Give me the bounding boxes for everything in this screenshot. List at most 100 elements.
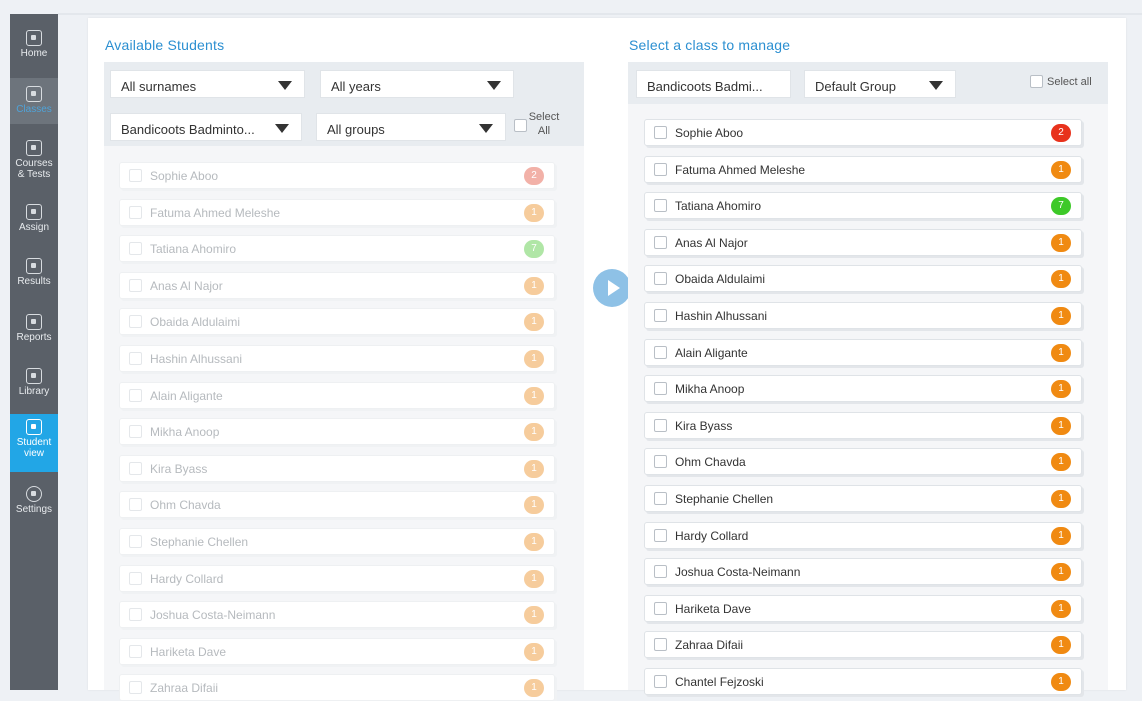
student-checkbox[interactable]: [129, 644, 142, 658]
sidebar-item-library[interactable]: Library: [10, 368, 58, 397]
group-filter-select[interactable]: All groups: [316, 113, 506, 141]
student-row[interactable]: Mikha Anoop 1: [119, 418, 555, 446]
student-name: Mikha Anoop: [675, 382, 745, 397]
transfer-button[interactable]: [593, 269, 631, 307]
student-checkbox[interactable]: [129, 425, 142, 439]
student-checkbox[interactable]: [129, 352, 142, 365]
student-checkbox[interactable]: [129, 242, 142, 256]
student-count-badge: 1: [1051, 673, 1071, 691]
student-row[interactable]: Hardy Collard 1: [119, 564, 555, 592]
courses-icon: [26, 140, 42, 156]
student-name: Hardy Collard: [150, 571, 224, 586]
student-row[interactable]: Sophie Aboo 2: [119, 162, 555, 189]
student-checkbox[interactable]: [129, 169, 142, 182]
student-row[interactable]: Obaida Aldulaimi 1: [119, 308, 555, 336]
student-row[interactable]: Tatiana Ahomiro 7: [644, 192, 1082, 220]
student-row[interactable]: Hashin Alhussani 1: [119, 345, 555, 372]
student-checkbox[interactable]: [654, 309, 667, 322]
student-checkbox[interactable]: [654, 272, 667, 286]
student-row[interactable]: Obaida Aldulaimi 1: [644, 265, 1082, 293]
student-checkbox[interactable]: [654, 199, 667, 213]
student-checkbox[interactable]: [654, 235, 667, 249]
class-filter-value: Bandicoots Badminto...: [121, 122, 255, 137]
student-checkbox[interactable]: [129, 571, 142, 585]
right-select-all-checkbox[interactable]: [1030, 75, 1043, 88]
student-row[interactable]: Alain Aligante 1: [119, 381, 555, 409]
student-checkbox[interactable]: [129, 461, 142, 475]
student-checkbox[interactable]: [654, 638, 667, 652]
student-count-badge: 1: [1051, 343, 1071, 362]
student-checkbox[interactable]: [654, 492, 667, 505]
student-checkbox[interactable]: [129, 535, 142, 548]
student-checkbox[interactable]: [654, 601, 667, 615]
student-name: Ohm Chavda: [675, 455, 746, 470]
student-checkbox[interactable]: [654, 455, 667, 469]
chevron-down-icon: [487, 81, 501, 90]
student-checkbox[interactable]: [129, 388, 142, 402]
student-checkbox[interactable]: [654, 565, 667, 579]
sidebar-item-results[interactable]: Results: [10, 258, 58, 287]
student-name: Kira Byass: [675, 418, 733, 433]
student-name: Sophie Aboo: [675, 126, 744, 140]
student-row[interactable]: Joshua Costa-Neimann 1: [119, 601, 555, 629]
student-count-badge: 1: [1051, 526, 1071, 545]
student-name: Fatuma Ahmed Meleshe: [675, 162, 806, 177]
student-row[interactable]: Hariketa Dave 1: [119, 637, 555, 665]
sidebar-item-home[interactable]: Home: [10, 30, 58, 59]
student-checkbox[interactable]: [654, 162, 667, 176]
student-row[interactable]: Hashin Alhussani 1: [644, 302, 1082, 329]
student-row[interactable]: Fatuma Ahmed Meleshe 1: [119, 198, 555, 226]
year-filter-select[interactable]: All years: [320, 70, 514, 98]
student-row[interactable]: Stephanie Chellen 1: [644, 485, 1082, 512]
student-row[interactable]: Ohm Chavda 1: [119, 491, 555, 519]
student-row[interactable]: Hariketa Dave 1: [644, 594, 1082, 622]
student-checkbox[interactable]: [654, 528, 667, 542]
surname-filter-value: All surnames: [121, 79, 197, 94]
student-name: Hardy Collard: [675, 528, 749, 543]
student-checkbox[interactable]: [129, 498, 142, 512]
manage-group-select[interactable]: Default Group: [804, 70, 956, 98]
surname-filter-select[interactable]: All surnames: [110, 70, 305, 98]
student-count-badge: 1: [524, 276, 544, 295]
student-row[interactable]: Joshua Costa-Neimann 1: [644, 558, 1082, 586]
class-filter-select[interactable]: Bandicoots Badminto...: [110, 113, 302, 141]
student-row[interactable]: Mikha Anoop 1: [644, 375, 1082, 403]
student-row[interactable]: Hardy Collard 1: [644, 521, 1082, 549]
student-checkbox[interactable]: [129, 278, 142, 292]
student-row[interactable]: Anas Al Najor 1: [644, 228, 1082, 256]
student-row[interactable]: Ohm Chavda 1: [644, 448, 1082, 476]
student-checkbox[interactable]: [129, 608, 142, 622]
student-row[interactable]: Sophie Aboo 2: [644, 119, 1082, 146]
sidebar-item-student-view[interactable]: Student view: [10, 414, 58, 472]
student-row[interactable]: Kira Byass 1: [119, 454, 555, 482]
student-row[interactable]: Chantel Fejzoski 1: [644, 668, 1082, 695]
student-checkbox[interactable]: [129, 315, 142, 329]
student-row[interactable]: Alain Aligante 1: [644, 338, 1082, 366]
sidebar-item-classes[interactable]: Classes: [10, 78, 58, 124]
student-row[interactable]: Tatiana Ahomiro 7: [119, 235, 555, 263]
student-name: Stephanie Chellen: [675, 492, 774, 506]
student-checkbox[interactable]: [129, 205, 142, 219]
student-row[interactable]: Anas Al Najor 1: [119, 271, 555, 299]
student-name: Obaida Aldulaimi: [150, 315, 241, 330]
sidebar-item-courses[interactable]: Courses & Tests: [10, 140, 58, 180]
student-row[interactable]: Zahraa Difaii 1: [644, 631, 1082, 659]
sidebar-item-settings[interactable]: Settings: [10, 486, 58, 515]
student-row[interactable]: Kira Byass 1: [644, 411, 1082, 439]
student-row[interactable]: Stephanie Chellen 1: [119, 528, 555, 555]
student-checkbox[interactable]: [654, 418, 667, 432]
student-row[interactable]: Fatuma Ahmed Meleshe 1: [644, 155, 1082, 183]
assign-icon: [26, 204, 42, 220]
student-count-badge: 1: [524, 423, 544, 442]
student-checkbox[interactable]: [654, 345, 667, 359]
student-view-icon: [26, 419, 42, 435]
student-checkbox[interactable]: [129, 681, 142, 695]
student-row[interactable]: Zahraa Difaii 1: [119, 674, 555, 701]
student-checkbox[interactable]: [654, 675, 667, 688]
student-checkbox[interactable]: [654, 382, 667, 396]
student-checkbox[interactable]: [654, 126, 667, 139]
sidebar-item-assign[interactable]: Assign: [10, 204, 58, 233]
manage-class-select[interactable]: Bandicoots Badmi...: [636, 70, 791, 98]
student-count-badge: 2: [524, 167, 544, 185]
sidebar-item-reports[interactable]: Reports: [10, 314, 58, 343]
